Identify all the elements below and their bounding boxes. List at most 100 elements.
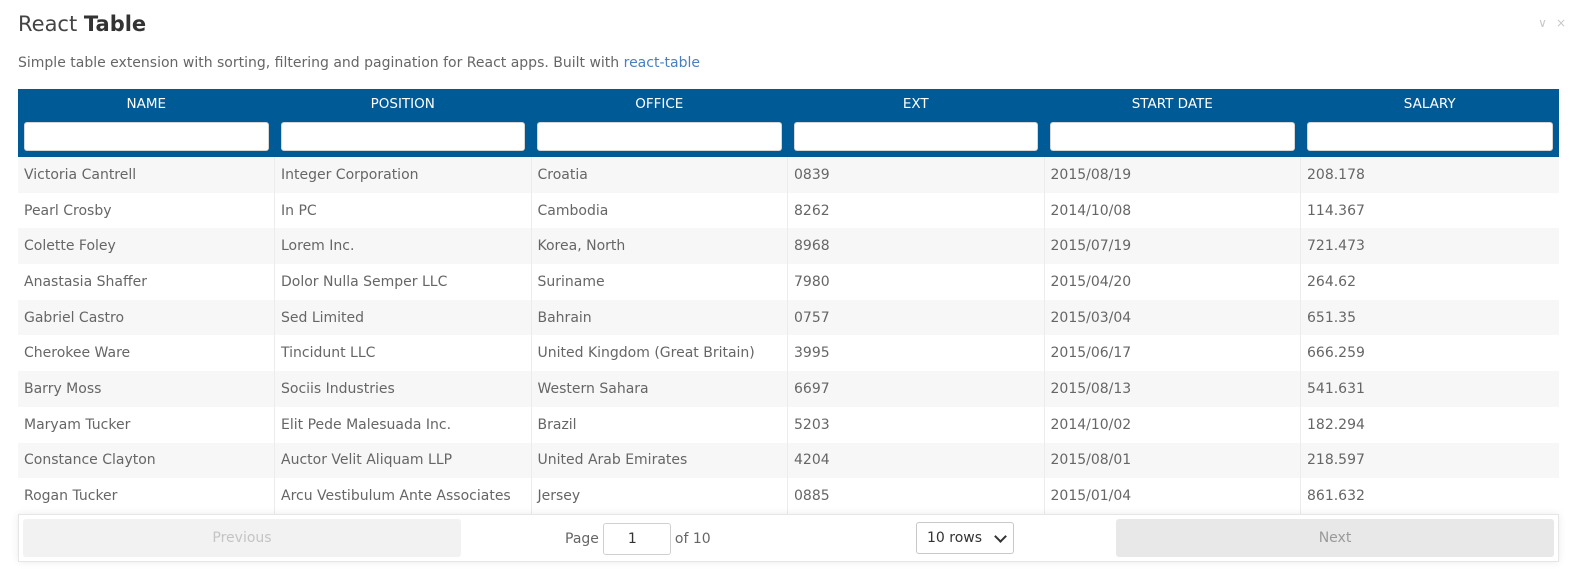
table-cell-office: Croatia — [531, 157, 788, 193]
column-header-salary[interactable]: SALARY — [1300, 89, 1559, 118]
react-table-link[interactable]: react-table — [624, 55, 700, 71]
table-cell-ext: 4204 — [787, 442, 1045, 479]
filter-input-name[interactable] — [24, 121, 269, 151]
column-header-ext[interactable]: EXT — [787, 89, 1044, 118]
table-cell-salary: 114.367 — [1300, 192, 1559, 229]
table-row[interactable]: Constance Clayton Auctor Velit Aliquam LL… — [18, 442, 1559, 479]
data-table-container: NAME POSITION OFFICE EXT START DATE SALARY Vi… — [18, 89, 1559, 514]
table-cell-start-date: 2014/10/08 — [1044, 192, 1301, 229]
table-row[interactable]: Maryam Tucker Elit Pede Malesuada Inc. Bra… — [18, 406, 1559, 443]
table-cell-name: Victoria Cantrell — [18, 157, 275, 193]
page-total: of 10 — [674, 531, 711, 547]
table-cell-position: Lorem Inc. — [274, 228, 532, 265]
table-row[interactable]: Victoria Cantrell Integer Corporation Croa… — [18, 157, 1559, 193]
page-number-input[interactable] — [602, 523, 671, 555]
filter-cell — [531, 118, 788, 157]
table-row[interactable]: Colette Foley Lorem Inc. Korea, North 8968 2… — [18, 228, 1559, 265]
filter-cell — [1044, 118, 1301, 157]
table-cell-office: Suriname — [531, 264, 788, 300]
table-cell-position: Integer Corporation — [274, 157, 532, 193]
table-cell-salary: 721.473 — [1300, 228, 1559, 265]
table-cell-office: Western Sahara — [531, 371, 788, 407]
column-header-start-date[interactable]: START DATE — [1044, 89, 1301, 118]
table-cell-office: Cambodia — [531, 192, 788, 229]
table-cell-name: Constance Clayton — [18, 442, 275, 479]
filter-cell — [1300, 118, 1559, 157]
table-cell-start-date: 2014/10/02 — [1044, 406, 1301, 443]
data-table: NAME POSITION OFFICE EXT START DATE SALARY Vi… — [18, 89, 1559, 514]
column-header-office[interactable]: OFFICE — [531, 89, 788, 118]
table-cell-name: Colette Foley — [18, 228, 275, 265]
table-cell-ext: 5203 — [787, 406, 1045, 443]
page-label: Page — [565, 531, 599, 547]
table-cell-name: Barry Moss — [18, 371, 275, 407]
table-cell-salary: 208.178 — [1300, 157, 1559, 193]
table-cell-name: Rogan Tucker — [18, 478, 275, 514]
filter-cell — [787, 118, 1044, 157]
filter-input-start-date[interactable] — [1050, 121, 1295, 151]
table-cell-ext: 0839 — [787, 157, 1045, 193]
table-cell-name: Pearl Crosby — [18, 192, 275, 229]
column-header-name[interactable]: NAME — [18, 89, 275, 118]
table-cell-salary: 861.632 — [1300, 478, 1559, 514]
filter-input-office[interactable] — [537, 121, 782, 151]
table-cell-start-date: 2015/01/04 — [1044, 478, 1301, 514]
table-row[interactable]: Anastasia Shaffer Dolor Nulla Semper LLC S… — [18, 264, 1559, 300]
table-cell-start-date: 2015/08/01 — [1044, 442, 1301, 479]
table-cell-position: Tincidunt LLC — [274, 335, 532, 372]
table-row[interactable]: Gabriel Castro Sed Limited Bahrain 0757 2015… — [18, 299, 1559, 336]
close-icon[interactable]: × — [1556, 16, 1566, 30]
table-cell-salary: 182.294 — [1300, 406, 1559, 443]
next-button[interactable]: Next — [1116, 519, 1554, 557]
title-bold: Table — [83, 12, 147, 36]
table-cell-office: United Kingdom (Great Britain) — [531, 335, 788, 372]
page-title: React Table — [18, 12, 146, 36]
window-controls: ∨ × — [1538, 16, 1566, 30]
table-cell-position: Dolor Nulla Semper LLC — [274, 264, 532, 300]
table-cell-name: Maryam Tucker — [18, 406, 275, 443]
table-row[interactable]: Barry Moss Sociis Industries Western Sahar… — [18, 371, 1559, 407]
pagination-bar: Previous Page of 10 10 rows Next — [18, 514, 1559, 562]
table-cell-start-date: 2015/08/13 — [1044, 371, 1301, 407]
table-cell-ext: 6697 — [787, 371, 1045, 407]
table-row[interactable]: Cherokee Ware Tincidunt LLC United Kingdom… — [18, 335, 1559, 372]
table-cell-position: Elit Pede Malesuada Inc. — [274, 406, 532, 443]
chevron-down-icon — [994, 529, 1007, 543]
table-cell-position: Sed Limited — [274, 299, 532, 336]
table-cell-start-date: 2015/07/19 — [1044, 228, 1301, 265]
react-table-card: React Table ∨ × Simple table extension w… — [0, 0, 1580, 569]
table-cell-office: Jersey — [531, 478, 788, 514]
table-cell-ext: 0757 — [787, 299, 1045, 336]
description: Simple table extension with sorting, fil… — [18, 55, 700, 71]
table-cell-salary: 666.259 — [1300, 335, 1559, 372]
minimize-icon[interactable]: ∨ — [1538, 16, 1547, 30]
table-cell-position: Auctor Velit Aliquam LLP — [274, 442, 532, 479]
filter-cell — [18, 118, 275, 157]
filter-input-salary[interactable] — [1306, 121, 1553, 151]
previous-button[interactable]: Previous — [23, 519, 461, 557]
table-cell-salary: 264.62 — [1300, 264, 1559, 300]
table-cell-position: In PC — [274, 192, 532, 229]
table-cell-position: Arcu Vestibulum Ante Associates — [274, 478, 532, 514]
page-info: Page of 10 — [565, 523, 711, 555]
table-cell-salary: 651.35 — [1300, 299, 1559, 336]
table-body: Victoria Cantrell Integer Corporation Croa… — [18, 157, 1559, 514]
description-text: Simple table extension with sorting, fil… — [18, 55, 620, 71]
table-cell-name: Anastasia Shaffer — [18, 264, 275, 300]
table-cell-start-date: 2015/08/19 — [1044, 157, 1301, 193]
table-cell-office: United Arab Emirates — [531, 442, 788, 479]
filter-row — [18, 118, 1559, 157]
table-cell-start-date: 2015/04/20 — [1044, 264, 1301, 300]
table-cell-ext: 8262 — [787, 192, 1045, 229]
column-header-position[interactable]: POSITION — [274, 89, 531, 118]
filter-input-position[interactable] — [280, 121, 525, 151]
table-cell-salary: 541.631 — [1300, 371, 1559, 407]
table-row[interactable]: Pearl Crosby In PC Cambodia 8262 2014/10/08 1… — [18, 192, 1559, 229]
table-cell-office: Bahrain — [531, 299, 788, 336]
rows-per-page-value: 10 rows — [927, 530, 983, 546]
table-cell-start-date: 2015/03/04 — [1044, 299, 1301, 336]
table-cell-office: Korea, North — [531, 228, 788, 265]
filter-input-ext[interactable] — [793, 121, 1038, 151]
rows-per-page-select[interactable]: 10 rows — [916, 522, 1014, 554]
table-row[interactable]: Rogan Tucker Arcu Vestibulum Ante Associa… — [18, 478, 1559, 514]
